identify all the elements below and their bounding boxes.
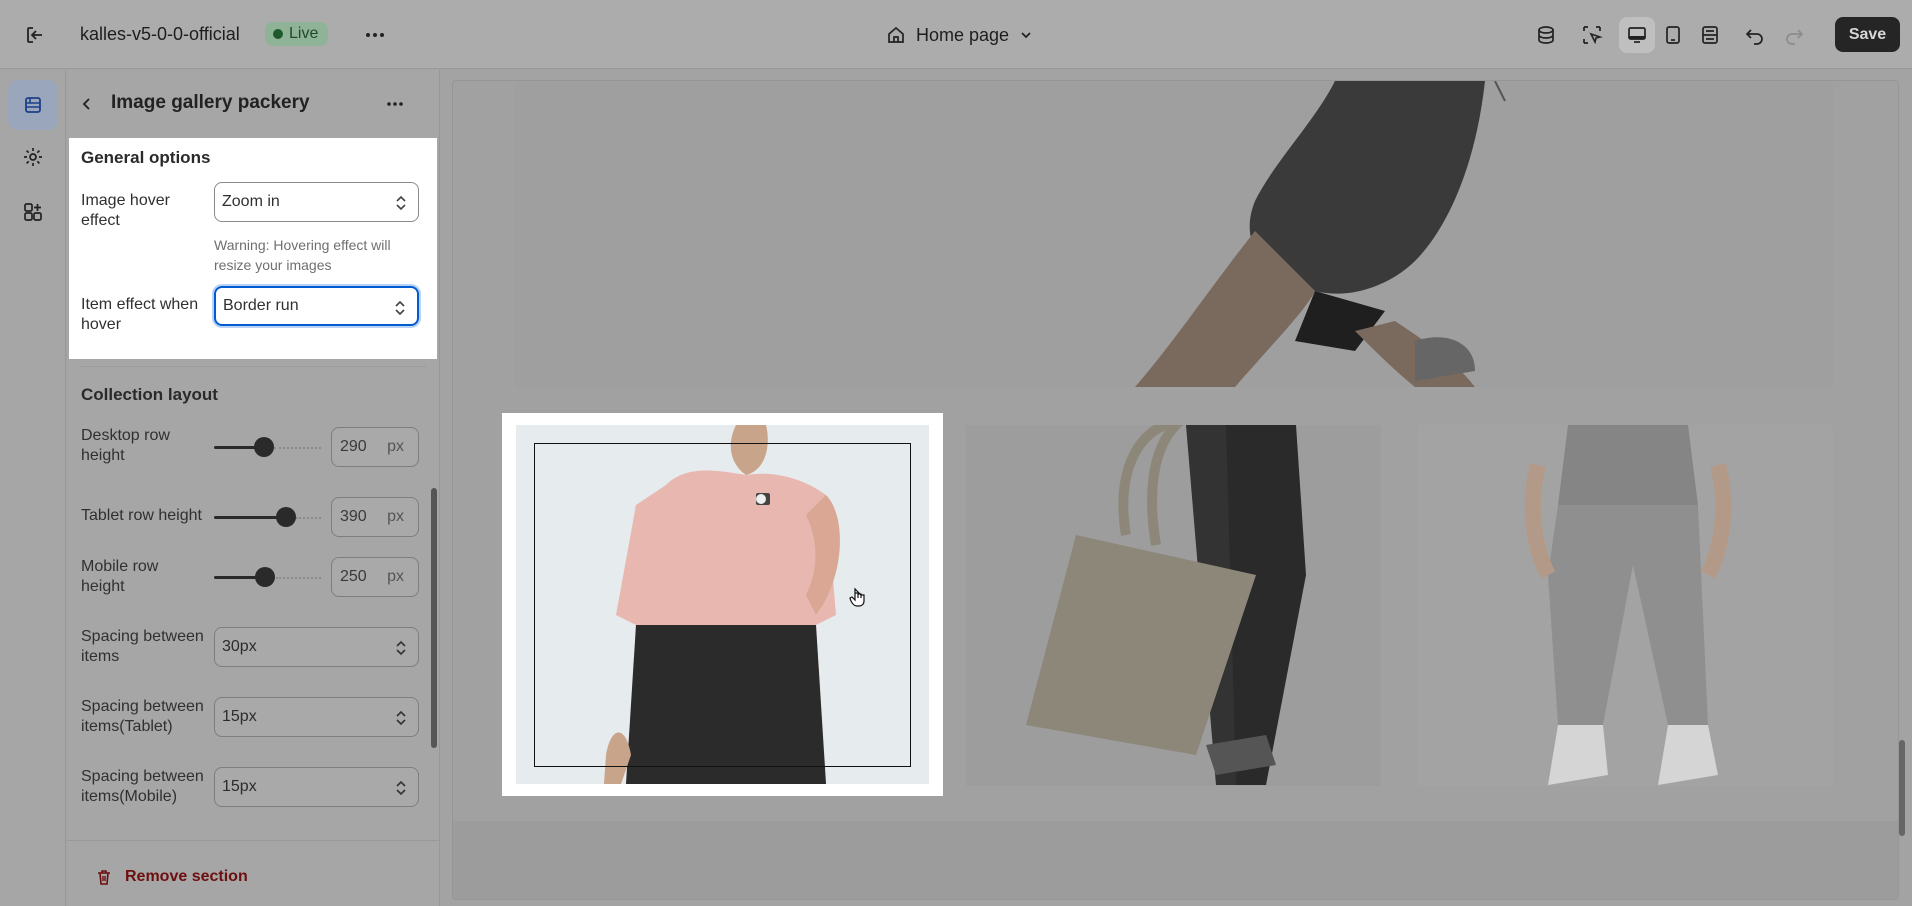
mobile-row-slider[interactable] [214,567,321,587]
spacing-tablet-select[interactable]: 15px [214,697,419,737]
panel-scrollbar[interactable] [431,488,437,748]
slider-thumb[interactable] [255,567,275,587]
redo-icon [1776,17,1812,53]
live-dot-icon [273,29,283,39]
spacing-tablet-value: 15px [222,708,257,725]
tablet-row-label: Tablet row height [81,507,202,524]
select-cursor-icon[interactable] [1574,17,1610,53]
fullwidth-view-icon[interactable] [1692,17,1728,53]
spacing-mobile-select[interactable]: 15px [214,767,419,807]
select-arrows-icon [395,300,405,316]
item-effect-select[interactable]: Border run [214,286,419,326]
page-name: Home page [916,24,1010,45]
settings-gear-icon[interactable] [8,132,58,182]
live-badge: Live [265,22,329,46]
desktop-view-icon[interactable] [1619,17,1655,53]
canvas-scrollbar[interactable] [1899,740,1905,836]
chevron-down-icon [1021,32,1031,39]
panel-title: Image gallery packery [111,92,310,113]
undo-icon[interactable] [1737,17,1773,53]
tablet-row-slider[interactable] [214,507,321,527]
desktop-row-slider[interactable] [214,437,321,457]
image-hover-value: Zoom in [222,193,280,210]
select-arrows-icon [396,710,406,726]
spacing-value: 30px [222,638,257,655]
desktop-row-input[interactable]: 290 px [331,427,419,467]
gallery-image-woman[interactable] [516,425,929,784]
top-bar: kalles-v5-0-0-official Live Home page Sa… [0,0,1912,69]
gallery-image-top[interactable] [515,81,1833,387]
left-rail [0,70,66,906]
image-hover-select[interactable]: Zoom in [214,182,419,222]
gallery-item-selected[interactable] [502,413,943,796]
select-arrows-icon [396,780,406,796]
panel-header: Image gallery packery [67,70,440,135]
image-hover-label: Image hover effect [81,192,170,229]
preview-canvas [452,80,1899,900]
exit-icon[interactable] [17,17,53,53]
gallery-image-bag[interactable] [966,425,1381,786]
live-label: Live [289,25,319,42]
hand-cursor-icon [849,587,865,607]
spacing-label: Spacing between items [81,628,204,665]
desktop-row-label: Desktop row height [81,427,170,464]
spacing-mobile-value: 15px [222,778,257,795]
trash-icon [98,870,110,885]
settings-panel: Image gallery packery General options Im… [67,70,440,906]
panel-more-icon[interactable] [381,90,409,118]
more-icon[interactable] [357,17,393,53]
footer-divider [67,840,440,841]
item-effect-value: Border run [223,297,299,314]
select-arrows-icon [396,195,406,211]
select-arrows-icon [396,640,406,656]
item-effect-label: Item effect when hover [81,296,199,333]
page-selector[interactable]: Home page [886,18,1033,52]
back-chevron-icon[interactable] [75,92,99,116]
mobile-row-label: Mobile row height [81,558,159,595]
sections-icon[interactable] [8,80,58,130]
gallery-image-pants[interactable] [1418,425,1833,786]
divider [81,366,426,367]
slider-thumb[interactable] [276,507,296,527]
general-options-card: General options Image hover effect Zoom … [69,138,437,359]
save-button[interactable]: Save [1835,17,1900,52]
mobile-row-input[interactable]: 250 px [331,557,419,597]
spacing-mobile-label: Spacing between items(Mobile) [81,768,204,805]
spacing-tablet-label: Spacing between items(Tablet) [81,698,204,735]
spacing-select[interactable]: 30px [214,627,419,667]
apps-icon[interactable] [8,187,58,237]
remove-section-button[interactable]: Remove section [95,868,248,886]
slider-thumb[interactable] [254,437,274,457]
store-name: kalles-v5-0-0-official [80,23,240,44]
database-icon[interactable] [1528,17,1564,53]
home-icon [888,26,904,43]
general-options-title: General options [81,148,211,167]
tablet-row-input[interactable]: 390 px [331,497,419,537]
collection-layout-title: Collection layout [81,385,218,404]
image-hover-help: Warning: Hovering effect will resize you… [214,237,391,273]
tablet-view-icon[interactable] [1655,17,1691,53]
remove-section-label: Remove section [125,868,248,885]
canvas-footer-area [453,821,1898,899]
